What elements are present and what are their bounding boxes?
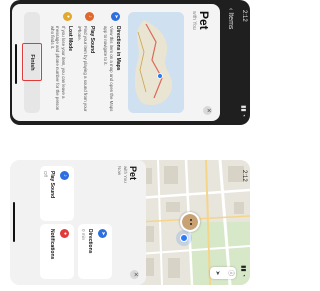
status-icons: ▮▮ ◔: [240, 265, 246, 277]
speaker-icon: ♪: [60, 171, 69, 180]
chevron-left-icon: ‹: [227, 8, 234, 11]
status-time: 2:12: [241, 170, 247, 182]
pet-map-pin[interactable]: [180, 212, 200, 232]
map-controls: ⓘ ➤: [210, 267, 236, 279]
tile-label: Notifications: [49, 229, 55, 260]
pet-avatar: [182, 214, 198, 230]
tip-lost-mode: ● Lost Mode If you lose your item, you c…: [48, 12, 74, 113]
tile-value: Off: [43, 171, 48, 177]
map-thumbnail: [128, 12, 184, 113]
tile-label: Directions: [87, 229, 93, 254]
lock-icon: ●: [63, 12, 72, 21]
map-icon: ➤: [111, 12, 120, 21]
back-label: Items: [227, 12, 234, 30]
close-icon[interactable]: ✕: [203, 106, 212, 115]
status-icons: ▮▮ ◔: [240, 105, 246, 117]
item-title: Pet: [197, 11, 211, 30]
notifications-tile[interactable]: ● Notifications: [40, 224, 74, 279]
back-to-items-link[interactable]: ‹ Items: [227, 8, 234, 29]
item-info-screen: 2:12 ▮▮ ◔ ‹ Items Pet with You ✕ ➤ Direc…: [10, 0, 250, 125]
directions-tile[interactable]: ➤ Directions 0 min: [78, 224, 112, 279]
map-thumbnail-art: [128, 12, 184, 113]
play-sound-tile[interactable]: ♪ Play Sound Off: [40, 166, 74, 221]
tip-title: Directions in Maps: [115, 26, 121, 71]
tip-title: Play Sound: [89, 26, 95, 54]
item-subtitle: with You: [191, 11, 197, 30]
item-title: Pet: [128, 166, 138, 181]
speaker-icon: ♪: [85, 12, 94, 21]
item-info-sheet: Pet with You ✕ ➤ Directions in Maps View…: [12, 4, 220, 121]
rotated-content: 2:12 ▮▮ ◔ ‹ Items Pet with You ✕ ➤ Direc…: [0, 0, 258, 291]
location-arrow-icon[interactable]: ➤: [210, 267, 223, 279]
tip-directions: ➤ Directions in Maps View this item on a…: [96, 12, 122, 113]
info-icon[interactable]: ⓘ: [223, 267, 236, 279]
tip-title: Lost Mode: [67, 26, 73, 51]
item-last-seen: Now: [117, 166, 122, 176]
user-location-dot: [180, 234, 188, 242]
home-indicator: [15, 44, 17, 84]
screenshot-canvas: 2:12 ▮▮ ◔ ‹ Items Pet with You ✕ ➤ Direc…: [0, 0, 258, 291]
home-indicator: [13, 202, 15, 242]
map-view[interactable]: 2:12 ▮▮ ◔ ⓘ ➤: [138, 160, 250, 285]
tip-body: Find your item by playing a sound from y…: [77, 26, 88, 112]
status-bar: 2:12 ▮▮ ◔: [237, 10, 247, 117]
tip-body: View this item on a map and open the Map…: [103, 26, 114, 112]
status-time: 2:12: [241, 10, 247, 22]
status-bar: 2:12 ▮▮ ◔: [237, 170, 247, 277]
finish-highlight-box: [22, 43, 42, 81]
find-my-map-screen: 2:12 ▮▮ ◔ ⓘ ➤ Pet with You Now ✕ ➤ Direc…: [10, 160, 250, 285]
bell-icon: ●: [60, 229, 69, 238]
tile-label: Play Sound: [49, 171, 55, 199]
close-icon[interactable]: ✕: [130, 270, 139, 279]
item-card: Pet with You Now ✕ ➤ Directions 0 min ♪ …: [10, 160, 146, 285]
tip-body: If you lose your item, you can leave a m…: [49, 26, 66, 111]
car-icon: ➤: [98, 229, 107, 238]
tile-value: 0 min: [81, 229, 86, 241]
item-subtitle: with You: [123, 166, 128, 183]
